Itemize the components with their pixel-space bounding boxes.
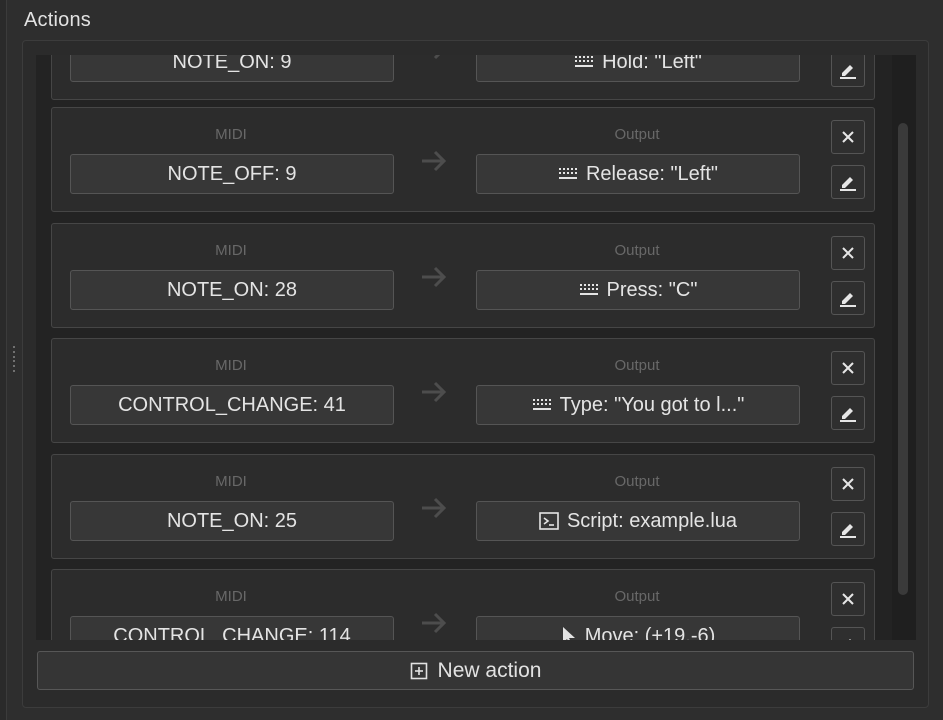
midi-trigger-button[interactable]: NOTE_ON: 28 bbox=[70, 270, 394, 310]
arrow-right-icon bbox=[416, 262, 452, 292]
new-action-label: New action bbox=[437, 658, 542, 682]
midi-trigger-label: NOTE_OFF: 9 bbox=[167, 162, 297, 185]
close-icon bbox=[841, 361, 855, 375]
midi-column-label: MIDI bbox=[215, 126, 247, 143]
midi-trigger-label: CONTROL_CHANGE: 41 bbox=[118, 393, 346, 416]
output-action-label: Release: "Left" bbox=[585, 162, 719, 185]
edit-action-button[interactable] bbox=[831, 165, 865, 199]
midi-column-label: MIDI bbox=[215, 473, 247, 490]
delete-action-button[interactable] bbox=[831, 467, 865, 501]
arrow-right-icon bbox=[416, 55, 452, 64]
pencil-icon bbox=[838, 519, 858, 539]
action-card: MIDI Output CONTROL_CHANGE: 114 Move: (+19,… bbox=[51, 569, 875, 640]
plus-square-icon bbox=[410, 662, 428, 680]
output-action-button[interactable]: Release: "Left" bbox=[476, 154, 800, 194]
midi-trigger-label: NOTE_ON: 25 bbox=[166, 509, 298, 532]
pencil-icon bbox=[838, 288, 858, 308]
output-action-label: Hold: "Left" bbox=[602, 55, 702, 73]
pencil-icon bbox=[838, 403, 858, 423]
cursor-icon bbox=[561, 626, 577, 640]
action-card: MIDI Output NOTE_OFF: 9 Release: "Left" bbox=[51, 107, 875, 212]
output-column-label: Output bbox=[614, 588, 660, 605]
pencil-icon bbox=[838, 634, 858, 640]
output-action-button[interactable]: Move: (+19,-6) bbox=[476, 616, 800, 640]
close-icon bbox=[841, 592, 855, 606]
edit-action-button[interactable] bbox=[831, 55, 865, 87]
arrow-right-icon bbox=[416, 493, 452, 523]
output-action-label: Script: example.lua bbox=[566, 509, 738, 532]
delete-action-button[interactable] bbox=[831, 582, 865, 616]
action-card: MIDI Output CONTROL_CHANGE: 41 Type: "You g… bbox=[51, 338, 875, 443]
section-title: Actions bbox=[24, 9, 91, 31]
output-action-button[interactable]: Press: "C" bbox=[476, 270, 800, 310]
midi-trigger-button[interactable]: NOTE_OFF: 9 bbox=[70, 154, 394, 194]
edit-action-button[interactable] bbox=[831, 627, 865, 640]
midi-trigger-label: NOTE_ON: 9 bbox=[172, 55, 292, 73]
splitter-handle[interactable] bbox=[12, 346, 16, 372]
midi-trigger-button[interactable]: CONTROL_CHANGE: 114 bbox=[70, 616, 394, 640]
delete-action-button[interactable] bbox=[831, 236, 865, 270]
midi-trigger-button[interactable]: CONTROL_CHANGE: 41 bbox=[70, 385, 394, 425]
midi-trigger-label: CONTROL_CHANGE: 114 bbox=[113, 624, 351, 641]
action-card: MIDI Output NOTE_ON: 25 Script: example.lua bbox=[51, 454, 875, 559]
delete-action-button[interactable] bbox=[831, 351, 865, 385]
midi-trigger-button[interactable]: NOTE_ON: 9 bbox=[70, 55, 394, 82]
action-card: NOTE_ON: 9 Hold: "Left" bbox=[51, 55, 875, 100]
close-icon bbox=[841, 130, 855, 144]
output-column-label: Output bbox=[614, 357, 660, 374]
midi-column-label: MIDI bbox=[215, 357, 247, 374]
output-action-label: Move: (+19,-6) bbox=[584, 624, 716, 641]
left-pane-edge bbox=[0, 0, 7, 720]
action-card: MIDI Output NOTE_ON: 28 Press: "C" bbox=[51, 223, 875, 328]
output-action-button[interactable]: Hold: "Left" bbox=[476, 55, 800, 82]
scrollbar-handle[interactable] bbox=[898, 123, 908, 595]
pencil-icon bbox=[838, 60, 858, 80]
terminal-icon bbox=[539, 512, 559, 530]
close-icon bbox=[841, 477, 855, 491]
midi-column-label: MIDI bbox=[215, 242, 247, 259]
delete-action-button[interactable] bbox=[831, 120, 865, 154]
vertical-scrollbar[interactable] bbox=[892, 55, 916, 640]
output-action-label: Press: "C" bbox=[606, 278, 698, 301]
output-action-label: Type: "You got to l..." bbox=[559, 393, 745, 416]
keyboard-icon bbox=[532, 398, 552, 412]
actions-scroll-area[interactable]: NOTE_ON: 9 Hold: "Left" MIDI Output NOTE_OFF… bbox=[36, 55, 916, 640]
arrow-right-icon bbox=[416, 608, 452, 638]
output-column-label: Output bbox=[614, 473, 660, 490]
midi-trigger-button[interactable]: NOTE_ON: 25 bbox=[70, 501, 394, 541]
keyboard-icon bbox=[574, 55, 594, 69]
output-column-label: Output bbox=[614, 126, 660, 143]
edit-action-button[interactable] bbox=[831, 281, 865, 315]
midi-trigger-label: NOTE_ON: 28 bbox=[166, 278, 298, 301]
keyboard-icon bbox=[579, 283, 599, 297]
new-action-button[interactable]: New action bbox=[37, 651, 914, 690]
pencil-icon bbox=[838, 172, 858, 192]
output-action-button[interactable]: Type: "You got to l..." bbox=[476, 385, 800, 425]
keyboard-icon bbox=[558, 167, 578, 181]
midi-column-label: MIDI bbox=[215, 588, 247, 605]
arrow-right-icon bbox=[416, 146, 452, 176]
edit-action-button[interactable] bbox=[831, 512, 865, 546]
output-action-button[interactable]: Script: example.lua bbox=[476, 501, 800, 541]
arrow-right-icon bbox=[416, 377, 452, 407]
close-icon bbox=[841, 246, 855, 260]
output-column-label: Output bbox=[614, 242, 660, 259]
edit-action-button[interactable] bbox=[831, 396, 865, 430]
